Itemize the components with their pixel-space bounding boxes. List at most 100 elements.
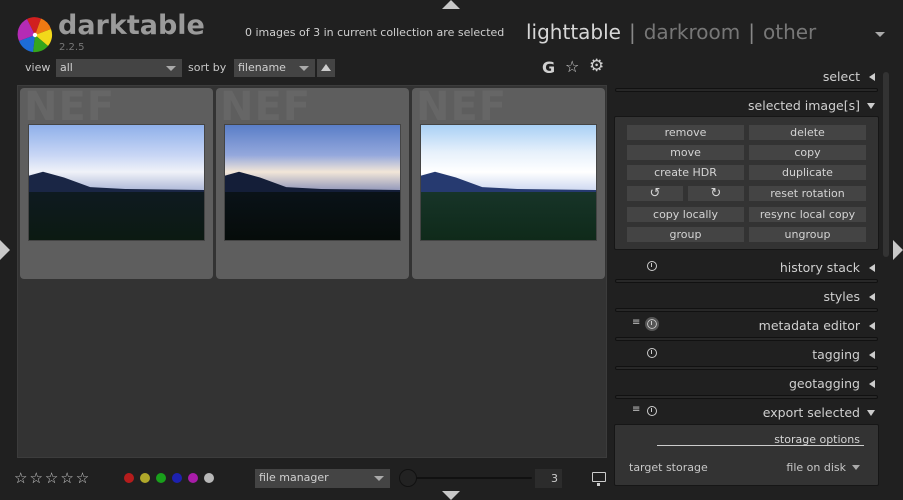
zoom-slider-knob[interactable] [399,469,417,487]
star-rating-filter[interactable]: ☆☆☆☆☆ [14,469,91,487]
export-panel: storage options target storage file on d… [614,424,879,486]
sort-combo[interactable]: filename [234,59,315,77]
layout-combo[interactable]: file manager [255,469,390,488]
right-panel-toggle[interactable] [893,240,903,260]
move-button[interactable]: move [627,145,744,160]
left-panel-toggle[interactable] [0,240,10,260]
view-switcher: lighttable | darkroom | other [526,20,816,44]
ungroup-button[interactable]: ungroup [749,227,866,242]
module-history-stack[interactable]: history stack [613,255,880,283]
presets-icon[interactable] [647,406,657,416]
module-separator [615,337,878,341]
view-darkroom[interactable]: darkroom [644,20,741,44]
collapsed-arrow-icon [869,322,875,330]
thumbnail-image [28,124,205,241]
rotate-ccw-icon[interactable]: ↺ [627,186,683,201]
lighttable-area[interactable]: NEF NEF NEF [17,84,607,458]
top-panel-toggle[interactable] [442,0,460,9]
copy-locally-button[interactable]: copy locally [627,207,744,222]
thumbnail[interactable]: NEF [20,84,213,279]
collapsed-arrow-icon [869,293,875,301]
collapsed-arrow-icon [869,380,875,388]
duplicate-button[interactable]: duplicate [749,165,866,180]
selected-images-panel: remove delete move copy create HDR dupli… [614,116,879,250]
color-label-gray[interactable] [204,473,214,483]
color-label-yellow[interactable] [140,473,150,483]
module-separator [615,308,878,312]
app-version: 2.2.5 [59,42,85,53]
menu-icon[interactable]: ≡ [632,317,640,329]
create-hdr-button[interactable]: create HDR [627,165,744,180]
view-separator: | [628,20,636,44]
section-underline [657,445,864,446]
view-other[interactable]: other [763,20,816,44]
chevron-down-icon [299,66,309,71]
darktable-logo-icon [17,17,53,53]
module-selected-images[interactable]: selected image[s] [613,93,880,115]
sort-ascending-icon [321,64,331,71]
color-label-red[interactable] [124,473,134,483]
thumbnail[interactable]: NEF [216,84,409,279]
module-select[interactable]: select [613,64,880,92]
collapsed-arrow-icon [869,351,875,359]
views-dropdown-icon[interactable] [875,32,885,37]
app-name: darktable [58,10,205,41]
module-styles[interactable]: styles [613,284,880,312]
module-tagging[interactable]: tagging [613,342,880,370]
module-title: tagging [812,347,860,362]
module-title: select [822,69,860,84]
right-panel-scrollbar[interactable] [883,72,889,257]
color-label-blue[interactable] [172,473,182,483]
resync-local-copy-button[interactable]: resync local copy [749,207,866,222]
zoom-entry[interactable]: 3 [535,469,562,488]
presets-icon[interactable] [647,261,657,271]
module-title: history stack [779,260,860,275]
view-lighttable[interactable]: lighttable [526,20,621,44]
module-metadata-editor[interactable]: ≡ metadata editor [613,313,880,341]
zoom-slider[interactable] [397,468,532,488]
view-filter-combo[interactable]: all [56,59,182,77]
module-geotagging[interactable]: geotagging [613,371,880,399]
chevron-down-icon [374,476,384,481]
collapsed-arrow-icon [869,264,875,272]
sort-order-button[interactable] [317,59,335,77]
gear-icon[interactable]: ⚙ [589,56,604,76]
presets-icon[interactable] [647,348,657,358]
thumbnail-image [224,124,401,241]
group-button[interactable]: group [627,227,744,242]
chevron-down-icon[interactable] [852,465,860,470]
module-title: styles [823,289,861,304]
reset-rotation-button[interactable]: reset rotation [749,186,866,201]
view-filter-label: view [25,61,51,74]
copy-button[interactable]: copy [749,145,866,160]
chevron-down-icon [166,66,176,71]
layout-value: file manager [259,471,329,484]
delete-button[interactable]: delete [749,125,866,140]
zoom-slider-track [399,477,532,479]
bottom-panel-toggle[interactable] [442,491,460,500]
star-icon[interactable]: ☆ [565,57,579,76]
thumbnail-image [420,124,597,241]
thumbnail[interactable]: NEF [412,84,605,279]
module-separator [615,88,878,92]
remove-button[interactable]: remove [627,125,744,140]
selection-info: 0 images of 3 in current collection are … [245,26,505,39]
module-title: geotagging [788,376,860,391]
target-storage-value[interactable]: file on disk [786,461,846,474]
bottom-bar-background [610,486,885,500]
module-export-selected[interactable]: ≡ export selected [613,400,880,422]
view-filter-value: all [60,61,73,74]
monitor-icon[interactable] [592,472,606,486]
module-title: metadata editor [758,318,860,333]
sort-label: sort by [188,61,227,74]
rotate-cw-icon[interactable]: ↻ [688,186,744,201]
color-label-green[interactable] [156,473,166,483]
color-label-purple[interactable] [188,473,198,483]
collapsed-arrow-icon [869,73,875,81]
grouping-button[interactable]: G [542,58,555,77]
presets-icon[interactable] [645,317,659,331]
sort-value: filename [238,61,286,74]
module-separator [615,279,878,283]
menu-icon[interactable]: ≡ [632,404,640,416]
module-title: export selected [762,405,860,420]
